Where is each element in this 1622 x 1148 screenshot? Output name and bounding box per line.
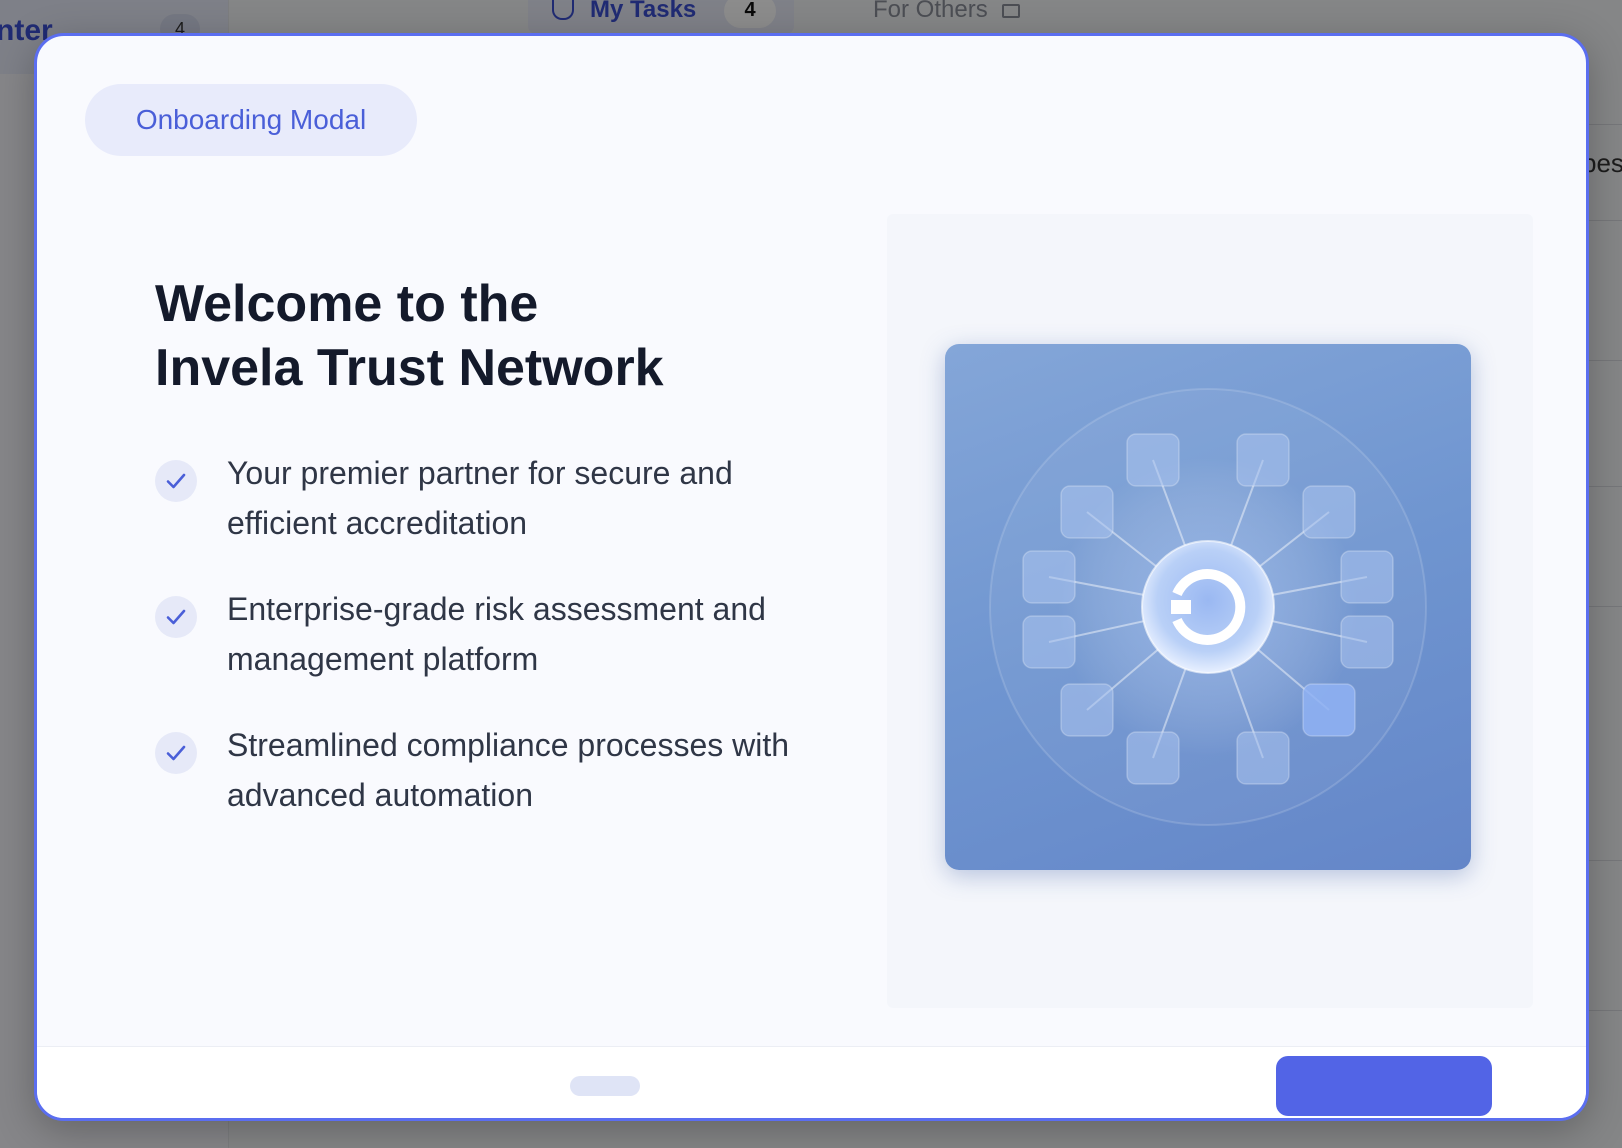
- network-hub-illustration: [945, 344, 1471, 870]
- modal-badge: Onboarding Modal: [85, 84, 417, 156]
- next-button[interactable]: [1276, 1056, 1492, 1116]
- check-icon: [155, 596, 197, 638]
- title-line-2: Invela Trust Network: [155, 339, 664, 397]
- onboarding-modal: Onboarding Modal Welcome to the Invela T…: [34, 33, 1589, 1121]
- feature-text: Your premier partner for secure and effi…: [227, 455, 733, 541]
- network-hub-icon: [989, 388, 1427, 826]
- feature-text: Enterprise-grade risk assessment and man…: [227, 591, 766, 677]
- modal-title: Welcome to the Invela Trust Network: [155, 272, 664, 400]
- feature-item: Enterprise-grade risk assessment and man…: [155, 584, 835, 720]
- title-line-1: Welcome to the: [155, 275, 539, 333]
- feature-text: Streamlined compliance processes with ad…: [227, 727, 790, 813]
- check-icon: [155, 732, 197, 774]
- feature-item: Streamlined compliance processes with ad…: [155, 720, 835, 856]
- check-icon: [155, 460, 197, 502]
- feature-list: Your premier partner for secure and effi…: [155, 448, 835, 856]
- step-indicator-dot[interactable]: [570, 1076, 640, 1096]
- feature-item: Your premier partner for secure and effi…: [155, 448, 835, 584]
